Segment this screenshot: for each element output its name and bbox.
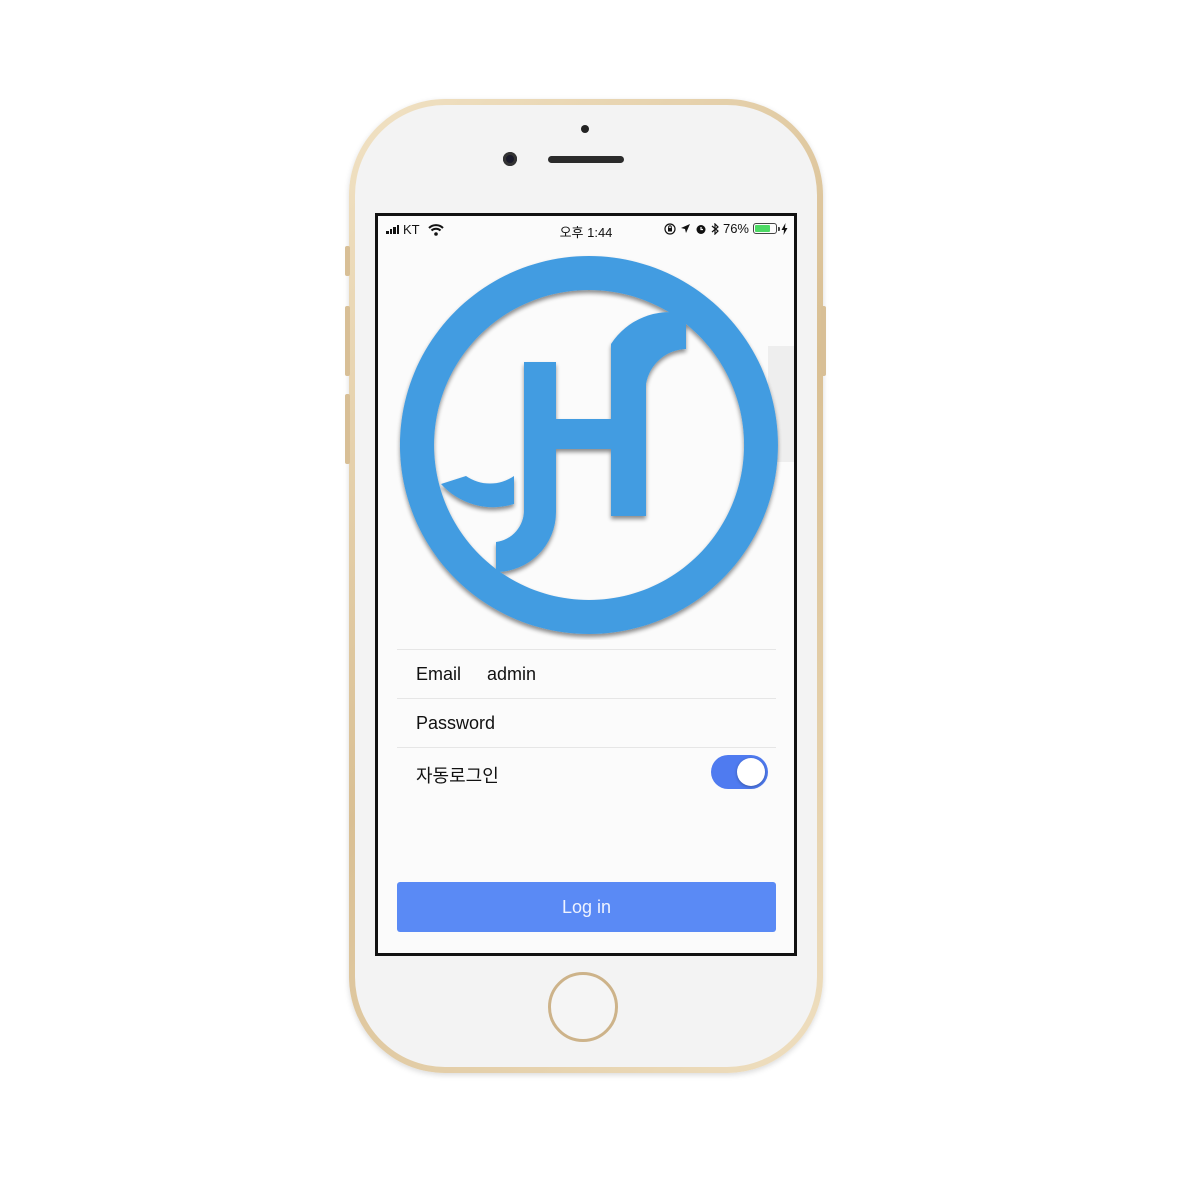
- mute-switch: [345, 246, 350, 276]
- status-bar: KT 오후 1:44 76%: [378, 216, 794, 242]
- front-camera: [503, 152, 517, 166]
- alarm-icon: [696, 224, 706, 234]
- bluetooth-icon: [711, 222, 719, 235]
- password-row[interactable]: Password: [397, 698, 776, 747]
- proximity-sensor: [581, 125, 589, 133]
- battery-percent: 76%: [722, 221, 749, 236]
- toggle-knob: [737, 758, 765, 786]
- jh-circle-logo-icon: [399, 256, 778, 634]
- power-button: [821, 306, 826, 376]
- email-field[interactable]: admin: [487, 664, 536, 685]
- volume-down-button: [345, 394, 350, 464]
- app-screen: KT 오후 1:44 76% Email admin Password 자동로그…: [375, 213, 797, 956]
- password-label: Password: [416, 713, 496, 733]
- battery-level-fill: [755, 225, 771, 232]
- charging-bolt-icon: [781, 222, 788, 235]
- home-button[interactable]: [548, 972, 618, 1042]
- location-arrow-icon: [680, 224, 690, 233]
- volume-up-button: [345, 306, 350, 376]
- login-form: Email admin Password 자동로그인: [397, 649, 776, 796]
- rotation-lock-icon: [664, 222, 676, 235]
- auto-login-row: 자동로그인: [397, 747, 776, 796]
- earpiece-speaker: [548, 156, 624, 163]
- email-label: Email: [416, 664, 462, 684]
- login-button[interactable]: Log in: [397, 882, 776, 932]
- auto-login-label: 자동로그인: [416, 766, 499, 786]
- email-row[interactable]: Email admin: [397, 649, 776, 698]
- auto-login-toggle[interactable]: [711, 755, 768, 789]
- battery-icon: [753, 223, 780, 234]
